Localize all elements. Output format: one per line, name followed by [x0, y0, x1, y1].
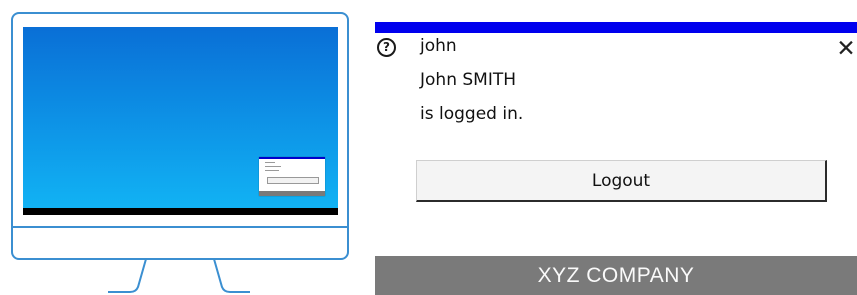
close-x-icon[interactable]: ✕ — [836, 38, 856, 61]
monitor-screen — [23, 27, 338, 215]
login-notification-panel: ? john ✕ John SMITH is logged in. Logout… — [375, 22, 857, 295]
desktop-monitor-illustration — [0, 0, 360, 295]
full-name-label: John SMITH — [420, 70, 517, 90]
logout-button[interactable]: Logout — [416, 160, 827, 202]
mini-text-line — [265, 162, 275, 163]
login-status-label: is logged in. — [420, 104, 524, 124]
help-circle-icon[interactable]: ? — [377, 38, 396, 57]
mini-logout-button — [267, 177, 319, 184]
mini-popup-footer — [259, 191, 325, 196]
taskbar — [23, 208, 338, 215]
mini-text-line — [265, 170, 279, 171]
username-label: john — [420, 36, 457, 56]
mini-popup-topbar — [259, 157, 325, 159]
mini-text-line — [265, 166, 281, 167]
company-footer: XYZ COMPANY — [375, 256, 857, 295]
mini-notification-preview — [259, 157, 325, 196]
panel-accent-bar — [375, 22, 857, 33]
